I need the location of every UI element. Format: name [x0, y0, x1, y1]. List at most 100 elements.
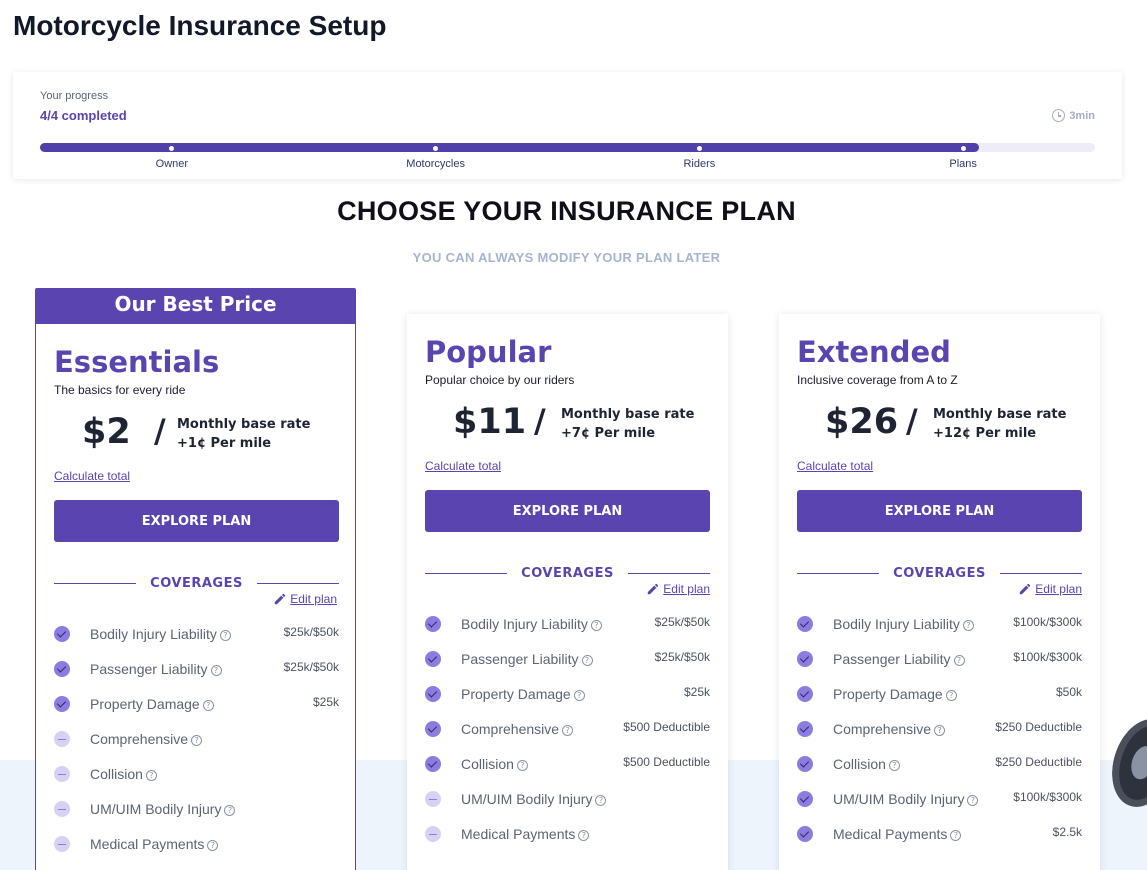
coverage-name: UM/UIM Bodily Injury?: [90, 801, 236, 817]
plan-tagline: The basics for every ride: [54, 383, 186, 397]
help-circle-icon[interactable]: ?: [967, 795, 979, 806]
help-circle-icon[interactable]: ?: [590, 620, 602, 631]
minus-circle-icon: [425, 826, 441, 842]
help-circle-icon[interactable]: ?: [581, 655, 593, 666]
help-circle-icon[interactable]: ?: [595, 795, 607, 806]
coverage-label: Collision: [90, 766, 143, 782]
calculate-total-link[interactable]: Calculate total: [797, 459, 873, 473]
help-circle-icon[interactable]: ?: [578, 830, 590, 841]
check-circle-icon: [425, 721, 441, 737]
coverage-label: UM/UIM Bodily Injury: [833, 791, 965, 807]
edit-plan-link[interactable]: Edit plan: [1018, 582, 1082, 596]
help-circle-icon[interactable]: ?: [516, 760, 528, 771]
section-title: CHOOSE YOUR INSURANCE PLAN: [337, 196, 796, 226]
step-dot: [960, 145, 966, 151]
coverage-name: Property Damage?: [90, 696, 214, 712]
price-separator: /: [906, 402, 918, 440]
coverage-value: $25k/$50k: [654, 615, 710, 629]
plan-card-popular: Popular Popular choice by our riders $11/ …: [407, 314, 728, 870]
coverage-row: Passenger Liability? $25k/$50k: [54, 659, 339, 679]
help-circle-icon[interactable]: ?: [210, 665, 222, 676]
progress-time: 3min: [1052, 109, 1095, 122]
calculate-total-link[interactable]: Calculate total: [425, 459, 501, 473]
explore-plan-button[interactable]: EXPLORE PLAN: [54, 500, 339, 542]
rate-label: Monthly base rate: [561, 407, 695, 422]
plan-card-extended: Extended Inclusive coverage from A to Z $2…: [779, 314, 1100, 870]
explore-plan-button[interactable]: EXPLORE PLAN: [797, 490, 1082, 532]
rate-info: Monthly base rate +12¢ Per mile: [933, 405, 1066, 443]
coverage-label: Passenger Liability: [90, 661, 208, 677]
check-circle-icon: [54, 661, 70, 677]
coverage-value: $50k: [1055, 685, 1082, 699]
coverage-value: $25k/$50k: [654, 650, 710, 664]
help-circle-icon[interactable]: ?: [145, 770, 157, 781]
check-circle-icon: [797, 791, 813, 807]
check-circle-icon: [797, 651, 813, 667]
help-circle-icon[interactable]: ?: [202, 700, 214, 711]
coverage-name: Passenger Liability?: [461, 651, 593, 667]
help-circle-icon[interactable]: ?: [934, 725, 946, 736]
step-label: Motorcycles: [406, 158, 465, 170]
coverage-label: Medical Payments: [833, 826, 948, 842]
rate-info: Monthly base rate +1¢ Per mile: [177, 415, 310, 453]
minus-circle-icon: [54, 731, 70, 747]
coverage-label: Comprehensive: [833, 721, 932, 737]
plan-name: Essentials: [54, 345, 220, 379]
step-label: Owner: [155, 158, 189, 170]
help-circle-icon[interactable]: ?: [219, 630, 231, 641]
help-circle-icon[interactable]: ?: [962, 620, 974, 631]
rate-info: Monthly base rate +7¢ Per mile: [561, 405, 694, 443]
coverage-label: Property Damage: [90, 696, 200, 712]
help-circle-icon[interactable]: ?: [888, 760, 900, 771]
coverage-row: Bodily Injury Liability? $25k/$50k: [425, 614, 710, 634]
coverages-header: COVERAGES: [797, 566, 1082, 582]
coverage-row: UM/UIM Bodily Injury?: [54, 799, 339, 819]
help-circle-icon[interactable]: ?: [945, 690, 957, 701]
minus-circle-icon: [54, 801, 70, 817]
edit-plan-link[interactable]: Edit plan: [273, 592, 337, 606]
check-circle-icon: [797, 686, 813, 702]
edit-plan-label: Edit plan: [290, 592, 337, 606]
coverage-label: UM/UIM Bodily Injury: [461, 791, 593, 807]
divider-line: [628, 573, 710, 574]
coverage-row: Property Damage? $25k: [54, 694, 339, 714]
coverage-label: Collision: [461, 756, 514, 772]
coverage-label: Comprehensive: [461, 721, 560, 737]
coverage-value: $500 Deductible: [623, 720, 710, 734]
coverages-header: COVERAGES: [425, 566, 710, 582]
help-circle-icon[interactable]: ?: [953, 655, 965, 666]
coverage-name: Collision?: [833, 756, 900, 772]
coverage-name: UM/UIM Bodily Injury?: [461, 791, 607, 807]
coverage-row: Collision?: [54, 764, 339, 784]
check-circle-icon: [797, 826, 813, 842]
help-circle-icon[interactable]: ?: [224, 805, 236, 816]
coverage-name: Passenger Liability?: [833, 651, 965, 667]
coverage-label: Passenger Liability: [461, 651, 579, 667]
coverage-value: $250 Deductible: [995, 720, 1082, 734]
calculate-total-link[interactable]: Calculate total: [54, 469, 130, 483]
price-separator: /: [534, 402, 546, 440]
check-circle-icon: [54, 696, 70, 712]
help-circle-icon[interactable]: ?: [207, 840, 219, 851]
check-circle-icon: [797, 721, 813, 737]
help-circle-icon[interactable]: ?: [191, 735, 203, 746]
coverage-label: Collision: [833, 756, 886, 772]
help-circle-icon[interactable]: ?: [950, 830, 962, 841]
help-circle-icon[interactable]: ?: [562, 725, 574, 736]
coverage-value: $100k/$300k: [1013, 615, 1082, 629]
plan-price: $11: [453, 402, 527, 442]
plan-price: $26: [825, 402, 899, 442]
coverage-name: Medical Payments?: [90, 836, 219, 852]
plan-card-essentials: Our Best Price Essentials The basics for e…: [35, 288, 356, 870]
minus-circle-icon: [54, 836, 70, 852]
edit-plan-link[interactable]: Edit plan: [646, 582, 710, 596]
coverage-label: Bodily Injury Liability: [90, 626, 217, 642]
help-circle-icon[interactable]: ?: [573, 690, 585, 701]
rate-label: Monthly base rate: [177, 417, 311, 432]
step-label: Plans: [949, 158, 977, 170]
plan-tagline: Inclusive coverage from A to Z: [797, 373, 958, 387]
coverage-value: $500 Deductible: [623, 755, 710, 769]
explore-plan-button[interactable]: EXPLORE PLAN: [425, 490, 710, 532]
coverage-value: $25k/$50k: [283, 660, 339, 674]
clock-icon: [1052, 109, 1066, 122]
